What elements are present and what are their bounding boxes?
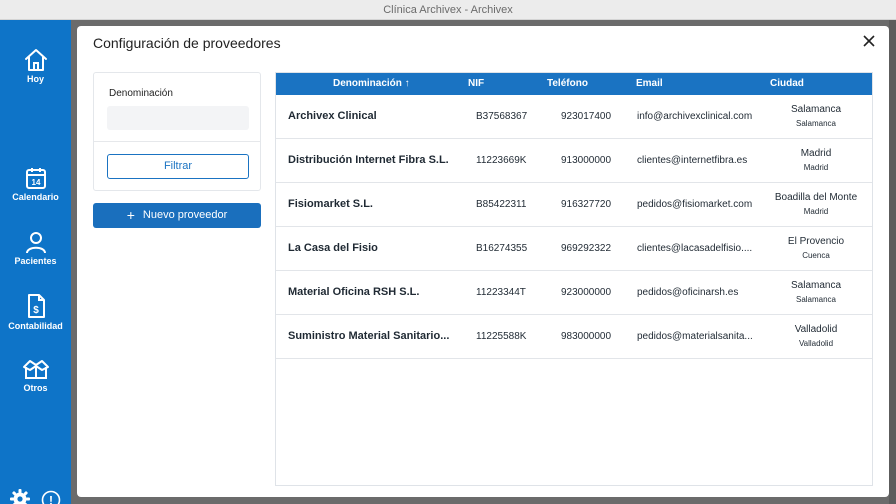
cell-nif: 11223344T <box>476 287 526 298</box>
table-row[interactable]: Fisiomarket S.L. B85422311 916327720 ped… <box>276 183 872 227</box>
modal-title: Configuración de proveedores <box>93 35 281 51</box>
cell-nif: 11225588K <box>476 331 527 342</box>
province: Madrid <box>803 163 829 172</box>
filter-panel: Denominación Filtrar <box>93 72 261 191</box>
sidebar-item-label: Otros <box>23 383 48 393</box>
column-header-email[interactable]: Email <box>636 73 663 95</box>
cell-name: La Casa del Fisio <box>288 242 378 254</box>
cell-phone: 923000000 <box>561 287 612 298</box>
window-title: Clínica Archivex - Archivex <box>0 0 896 20</box>
sidebar-item-label: Contabilidad <box>8 321 63 331</box>
sidebar-item-hoy[interactable]: Hoy <box>0 48 71 84</box>
province: Cuenca <box>802 251 830 260</box>
province: Valladolid <box>798 339 834 348</box>
cell-email: clientes@lacasadelfisio.... <box>637 243 753 254</box>
cell-phone: 923017400 <box>561 111 612 122</box>
table-row[interactable]: Material Oficina RSH S.L. 11223344T 9230… <box>276 271 872 315</box>
cell-name: Distribución Internet Fibra S.L. <box>288 154 449 166</box>
sidebar-item-label: Pacientes <box>14 256 57 266</box>
sidebar-bottom: ! <box>0 488 71 504</box>
gear-icon[interactable] <box>10 489 30 504</box>
close-icon[interactable] <box>862 34 876 48</box>
divider <box>94 141 260 142</box>
column-header-name[interactable]: Denominación ↑ <box>333 73 410 95</box>
city: El Provencio <box>787 236 845 247</box>
calendar-icon: 14 <box>25 168 46 189</box>
province: Madrid <box>803 207 829 216</box>
cell-phone: 969292322 <box>561 243 612 254</box>
cell-name: Fisiomarket S.L. <box>288 198 373 210</box>
svg-text:$: $ <box>33 305 39 316</box>
invoice-icon: $ <box>27 294 45 318</box>
cell-name: Suministro Material Sanitario... <box>288 330 450 342</box>
cell-email: pedidos@oficinarsh.es <box>637 287 739 298</box>
sidebar: Hoy 14 Calendario Pacientes $ Contabilid… <box>0 20 71 504</box>
person-icon <box>25 232 46 254</box>
suppliers-modal: Configuración de proveedores Denominació… <box>77 26 889 497</box>
column-header-city[interactable]: Ciudad <box>770 73 804 95</box>
calendar-badge: 14 <box>31 178 40 187</box>
cell-nif: B16274355 <box>476 243 528 254</box>
sidebar-item-otros[interactable]: Otros <box>0 357 71 393</box>
cell-name: Archivex Clinical <box>288 110 377 122</box>
cell-phone: 983000000 <box>561 331 612 342</box>
home-icon <box>24 49 47 71</box>
cell-phone: 916327720 <box>561 199 612 210</box>
cell-email: pedidos@materialsanita... <box>637 331 753 342</box>
province: Salamanca <box>795 295 837 304</box>
info-icon[interactable]: ! <box>41 490 61 504</box>
cell-email: pedidos@fisiomarket.com <box>637 199 753 210</box>
table-row[interactable]: Suministro Material Sanitario... 1122558… <box>276 315 872 359</box>
table-header: Denominación ↑ NIF Teléfono Email Ciudad <box>276 73 872 95</box>
new-supplier-button[interactable]: + Nuevo proveedor <box>93 203 261 228</box>
province: Salamanca <box>795 119 837 128</box>
suppliers-table: Denominación ↑ NIF Teléfono Email Ciudad… <box>275 72 873 486</box>
denominacion-input[interactable] <box>107 106 249 130</box>
filter-button[interactable]: Filtrar <box>107 154 249 179</box>
sidebar-item-label: Calendario <box>12 192 59 202</box>
new-supplier-label: Nuevo proveedor <box>142 209 228 221</box>
cell-email: info@archivexclinical.com <box>637 111 753 122</box>
table-row[interactable]: La Casa del Fisio B16274355 969292322 cl… <box>276 227 872 271</box>
cell-nif: B37568367 <box>476 111 528 122</box>
sidebar-item-contabilidad[interactable]: $ Contabilidad <box>0 293 71 331</box>
column-header-phone[interactable]: Teléfono <box>547 73 588 95</box>
city: Boadilla del Monte <box>774 192 858 203</box>
table-row[interactable]: Archivex Clinical B37568367 923017400 in… <box>276 95 872 139</box>
city: Salamanca <box>790 104 842 115</box>
cell-nif: B85422311 <box>476 199 527 210</box>
cell-email: clientes@internetfibra.es <box>637 155 748 166</box>
cell-phone: 913000000 <box>561 155 612 166</box>
filter-label: Denominación <box>109 88 173 99</box>
column-header-nif[interactable]: NIF <box>468 73 484 95</box>
box-icon <box>22 360 49 379</box>
background-strip <box>889 20 896 504</box>
sidebar-item-label: Hoy <box>26 74 44 84</box>
city: Salamanca <box>790 280 842 291</box>
plus-icon: + <box>126 207 135 223</box>
city: Valladolid <box>794 324 838 335</box>
cell-name: Material Oficina RSH S.L. <box>288 286 420 298</box>
table-row[interactable]: Distribución Internet Fibra S.L. 1122366… <box>276 139 872 183</box>
cell-nif: 11223669K <box>476 155 527 166</box>
sidebar-item-pacientes[interactable]: Pacientes <box>0 230 71 266</box>
city: Madrid <box>800 148 832 159</box>
sidebar-item-calendario[interactable]: 14 Calendario <box>0 166 71 202</box>
info-glyph: ! <box>49 494 53 504</box>
